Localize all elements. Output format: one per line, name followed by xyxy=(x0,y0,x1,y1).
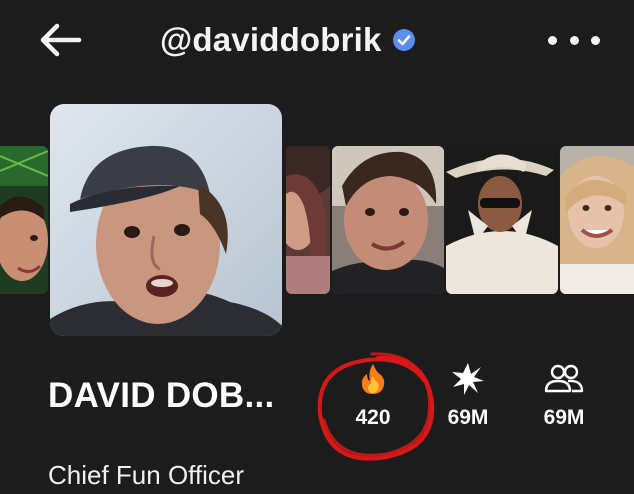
more-dot xyxy=(569,35,579,45)
username-title: @daviddobrik xyxy=(160,21,382,58)
story-photo-3[interactable] xyxy=(332,146,444,294)
story-photo-1-image xyxy=(0,146,48,294)
stat-sparks-value: 69M xyxy=(447,406,489,429)
verified-badge-icon xyxy=(392,28,416,52)
fire-icon xyxy=(360,362,386,396)
stat-sparks[interactable]: 69M xyxy=(428,362,508,430)
stat-friends-value: 69M xyxy=(543,406,585,429)
bio-text: Chief Fun Officer xyxy=(48,460,245,490)
more-dot xyxy=(548,35,557,45)
stat-streak-value: 420 xyxy=(355,406,391,429)
story-photo-4[interactable] xyxy=(446,146,558,294)
arrow-left-icon xyxy=(40,23,82,57)
profile-photo-image xyxy=(50,104,282,336)
back-button[interactable] xyxy=(30,18,90,62)
display-name: DAVID DOB... xyxy=(48,376,275,415)
story-photo-3-image xyxy=(332,146,444,294)
story-photo-5-image xyxy=(560,146,634,294)
stat-streak[interactable]: 420 xyxy=(333,362,413,430)
friends-icon xyxy=(544,362,584,396)
sparkle-icon xyxy=(451,362,485,396)
story-photo-2[interactable] xyxy=(286,146,330,294)
story-photo-5[interactable] xyxy=(560,146,634,294)
stat-friends[interactable]: 69M xyxy=(524,362,604,430)
story-photo-2-image xyxy=(286,146,330,294)
header-title-group: @daviddobrik xyxy=(160,18,416,62)
story-photo-4-image xyxy=(446,146,558,294)
profile-screen: @daviddobrik DAVID DOB... 420 69M 69M Ch… xyxy=(0,0,634,494)
profile-photo[interactable] xyxy=(50,104,282,336)
story-photo-1[interactable] xyxy=(0,146,48,294)
more-options-button[interactable] xyxy=(548,22,600,58)
more-dot xyxy=(591,35,600,45)
